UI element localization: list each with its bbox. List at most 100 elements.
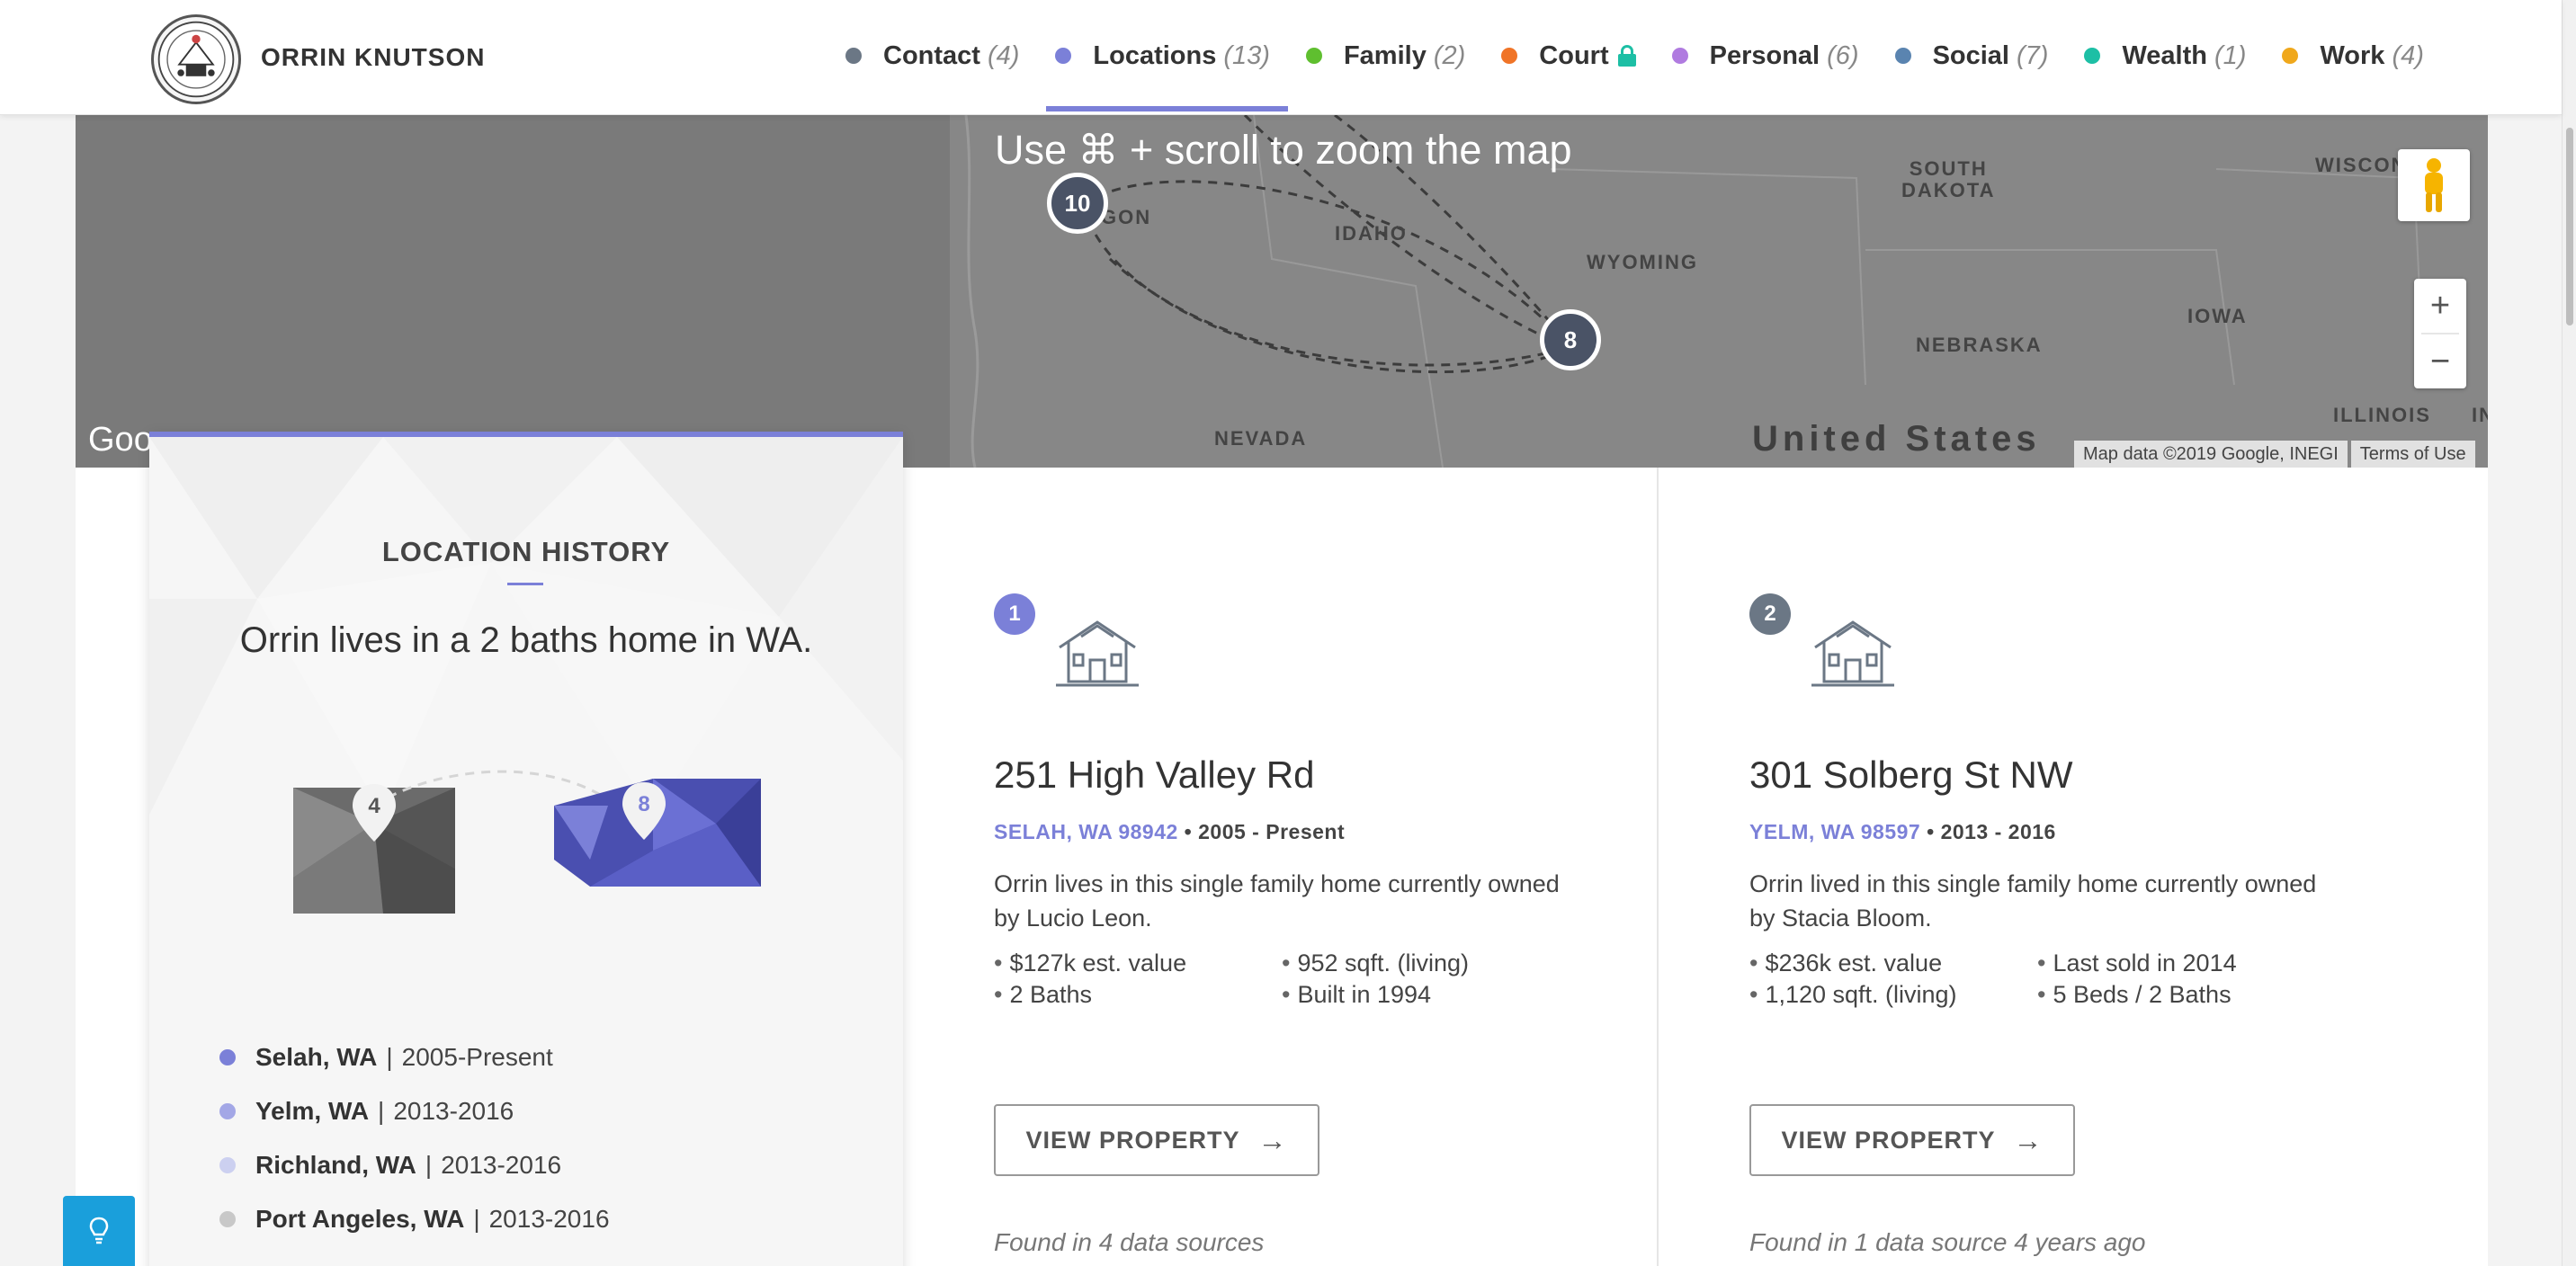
property-fact: 5 Beds / 2 Baths: [2037, 981, 2325, 1009]
location-city: Yelm, WA: [255, 1097, 370, 1125]
nav-label: Personal: [1709, 40, 1820, 70]
property-location-link[interactable]: SELAH, WA 98942: [994, 820, 1178, 843]
data-sources-note: Found in 1 data source 4 years ago: [1749, 1228, 2146, 1256]
zoom-in-button[interactable]: +: [2414, 279, 2466, 333]
property-address: 301 Solberg St NW: [1749, 753, 2073, 796]
zoom-out-button[interactable]: −: [2414, 334, 2466, 388]
view-property-button[interactable]: VIEW PROPERTY →: [1749, 1104, 2075, 1176]
state-label-iowa: IOWA: [2187, 305, 2248, 327]
section-nav: Contact (4) Locations (13) Family (2) Co…: [827, 0, 2442, 115]
property-meta: YELM, WA 98597 • 2013 - 2016: [1749, 820, 2056, 844]
top-header: ORRIN KNUTSON Contact (4) Locations (13)…: [0, 0, 2562, 115]
page-scrollbar[interactable]: [2562, 0, 2576, 1266]
state-label-wyoming: WYOMING: [1587, 251, 1698, 273]
nav-label: Family: [1343, 40, 1427, 70]
separator: |: [425, 1151, 433, 1179]
separator: |: [473, 1205, 480, 1233]
map-cluster-marker[interactable]: 10: [1047, 173, 1108, 234]
location-city: Port Angeles, WA: [255, 1205, 465, 1233]
state-label-nevada: NEVADA: [1214, 427, 1308, 450]
location-history-card: LOCATION HISTORY Orrin lives in a 2 bath…: [149, 432, 903, 1266]
nav-count: (4): [987, 40, 1020, 70]
location-city: Richland, WA: [255, 1151, 416, 1179]
meta-separator: •: [1184, 820, 1199, 843]
nav-label: Wealth: [2122, 40, 2207, 70]
location-years: 2013-2016: [441, 1151, 562, 1179]
data-sources-note: Found in 4 data sources: [994, 1228, 1265, 1256]
property-period: 2013 - 2016: [1940, 820, 2056, 843]
map-cluster-marker[interactable]: 8: [1540, 309, 1601, 370]
nav-label: Social: [1932, 40, 2009, 70]
list-item[interactable]: Port Angeles, WA | 2013-2016: [219, 1192, 610, 1246]
location-move-graphic: 4 8: [293, 770, 761, 914]
locations-map[interactable]: Use ⌘ + scroll to zoom the map GON IDAHO…: [76, 115, 2488, 468]
arrow-right-icon: →: [1257, 1123, 1288, 1156]
nav-label: Contact: [883, 40, 980, 70]
list-item[interactable]: Selah, WA | 2005-Present: [219, 1030, 610, 1084]
state-label-idaho: IDAHO: [1335, 222, 1408, 245]
location-years: 2005-Present: [401, 1043, 553, 1071]
nav-count: (7): [2017, 40, 2049, 70]
property-card: 2 301 Solberg St NW YELM, WA 98597 • 201…: [1659, 468, 2414, 1266]
house-icon: [1811, 620, 1894, 687]
property-location-link[interactable]: YELM, WA 98597: [1749, 820, 1920, 843]
bullet-icon: [219, 1049, 236, 1065]
property-fact: 952 sqft. (living): [1282, 950, 1570, 977]
google-logo[interactable]: Goo: [88, 421, 153, 459]
location-summary: Orrin lives in a 2 baths home in WA.: [239, 620, 813, 660]
nav-family[interactable]: Family (2): [1288, 0, 1483, 111]
nav-social[interactable]: Social (7): [1877, 0, 2067, 111]
location-years: 2013-2016: [488, 1205, 610, 1233]
list-item[interactable]: Yelm, WA | 2013-2016: [219, 1084, 610, 1138]
wealth-dot-icon: [2084, 48, 2101, 64]
state-label-indiana: IN: [2472, 404, 2488, 426]
seal-logo-icon[interactable]: [151, 14, 241, 104]
nav-court[interactable]: Court: [1483, 0, 1653, 111]
terms-of-use-link[interactable]: Terms of Use: [2350, 441, 2475, 468]
list-item[interactable]: Richland, WA | 2013-2016: [219, 1138, 610, 1192]
scrollbar-thumb[interactable]: [2566, 128, 2573, 325]
map-attribution: Map data ©2019 Google, INEGI Terms of Us…: [2074, 441, 2475, 468]
property-fact: $127k est. value: [994, 950, 1282, 977]
contact-dot-icon: [845, 48, 862, 64]
tips-lightbulb-button[interactable]: [63, 1196, 135, 1266]
family-dot-icon: [1305, 48, 1322, 64]
bullet-icon: [219, 1211, 236, 1227]
nav-work[interactable]: Work (4): [2264, 0, 2441, 111]
state-label-illinois: ILLINOIS: [2333, 404, 2431, 426]
location-years: 2013-2016: [393, 1097, 514, 1125]
pin-label: 8: [638, 792, 649, 816]
state-label-text: SOUTH DAKOTA: [1901, 157, 1996, 202]
nav-wealth[interactable]: Wealth (1): [2066, 0, 2264, 111]
property-fact: $236k est. value: [1749, 950, 2037, 977]
street-view-pegman-icon[interactable]: [2398, 149, 2470, 221]
house-icon: [1056, 620, 1139, 687]
person-name: ORRIN KNUTSON: [261, 43, 486, 71]
nav-count: (2): [1433, 40, 1466, 70]
nav-label: Court: [1539, 40, 1609, 70]
button-label: VIEW PROPERTY: [1025, 1126, 1240, 1154]
locations-dot-icon: [1055, 48, 1072, 64]
property-number-badge: 2: [1749, 593, 1791, 635]
property-period: 2005 - Present: [1198, 820, 1346, 843]
nav-contact[interactable]: Contact (4): [827, 0, 1037, 111]
social-dot-icon: [1894, 48, 1911, 64]
nav-label: Locations: [1093, 40, 1217, 70]
work-dot-icon: [2282, 48, 2299, 64]
map-zoom-control: + −: [2414, 279, 2466, 388]
location-history-title: LOCATION HISTORY: [381, 536, 671, 567]
personal-dot-icon: [1671, 48, 1688, 64]
property-meta: SELAH, WA 98942 • 2005 - Present: [994, 820, 1345, 844]
property-card: 1 251 High Valley Rd SELAH, WA 98942 • 2…: [903, 468, 1659, 1266]
nav-locations[interactable]: Locations (13): [1037, 0, 1288, 111]
nav-label: Work: [2320, 40, 2385, 70]
property-description: Orrin lives in this single family home c…: [994, 870, 1560, 932]
lock-icon: [1617, 45, 1636, 67]
map-data-credit: Map data ©2019 Google, INEGI: [2074, 441, 2348, 468]
nav-count: (6): [1827, 40, 1859, 70]
state-label-nebraska: NEBRASKA: [1916, 334, 2043, 356]
nav-personal[interactable]: Personal (6): [1654, 0, 1877, 111]
pin-label: 4: [368, 794, 380, 818]
view-property-button[interactable]: VIEW PROPERTY →: [994, 1104, 1319, 1176]
property-fact: 1,120 sqft. (living): [1749, 981, 2037, 1009]
